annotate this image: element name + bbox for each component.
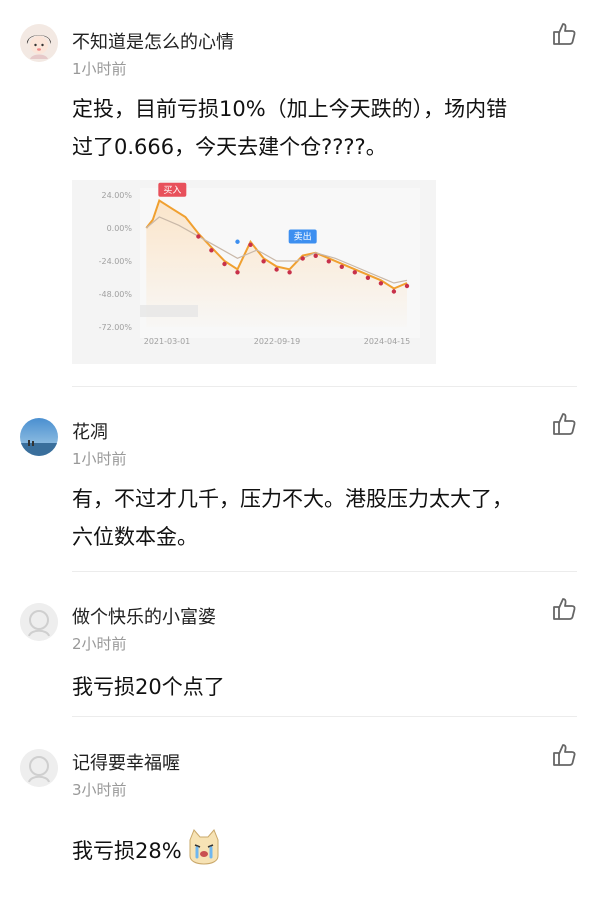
trade-dot bbox=[352, 270, 357, 275]
x-tick-label: 2021-03-01 bbox=[144, 337, 191, 346]
sell-marker-label: 卖出 bbox=[294, 231, 312, 243]
trade-dot bbox=[300, 256, 305, 261]
y-tick-label: -72.00% bbox=[99, 323, 133, 332]
trade-dot bbox=[378, 281, 384, 286]
y-tick-label: -24.00% bbox=[99, 257, 133, 266]
timestamp: 1小时前 bbox=[72, 450, 127, 468]
comment-text-line: 六位数本金。 bbox=[72, 525, 198, 549]
username[interactable]: 记得要幸福喔 bbox=[72, 749, 180, 775]
like-icon[interactable] bbox=[550, 410, 578, 438]
timestamp: 3小时前 bbox=[72, 781, 127, 799]
trade-dot bbox=[391, 289, 397, 294]
trade-dot bbox=[404, 283, 410, 289]
trade-dot bbox=[248, 242, 253, 247]
trade-dot bbox=[209, 248, 214, 253]
y-tick-label: -48.00% bbox=[99, 290, 133, 299]
girl-avatar-icon[interactable] bbox=[20, 24, 58, 62]
like-icon[interactable] bbox=[550, 741, 578, 769]
trade-dot bbox=[196, 234, 201, 239]
comment-text: 有，不过才几千，压力不大。港股压力太大了， 六位数本金。 bbox=[72, 480, 582, 556]
crying-cat-emoji-icon bbox=[184, 826, 224, 878]
comment-text-line: 我亏损20个点了 bbox=[72, 675, 225, 699]
comment-text-line: 定投，目前亏损10%（加上今天跌的），场内错 bbox=[72, 97, 508, 121]
trade-dot bbox=[339, 264, 344, 269]
trade-dot bbox=[365, 275, 371, 280]
default-avatar-icon[interactable] bbox=[20, 749, 58, 787]
trade-dot bbox=[313, 253, 318, 258]
seaside-avatar-icon[interactable] bbox=[20, 418, 58, 456]
blurred-label bbox=[140, 305, 198, 317]
trade-dot bbox=[274, 267, 279, 272]
comment-text-line: 过了0.666，今天去建个仓????。 bbox=[72, 135, 387, 159]
comment-text: 我亏损28% bbox=[72, 826, 582, 878]
username[interactable]: 做个快乐的小富婆 bbox=[72, 603, 216, 629]
chart-image[interactable]: 24.00% 0.00% -24.00% -48.00% -72.00% 2021-03… bbox=[72, 180, 436, 364]
username[interactable]: 不知道是怎么的心情 bbox=[72, 28, 234, 54]
comment-text-line: 我亏损28% bbox=[72, 839, 182, 863]
return-chart: 24.00% 0.00% -24.00% -48.00% -72.00% 2021-03… bbox=[72, 180, 436, 364]
trade-dot bbox=[261, 259, 266, 264]
like-icon[interactable] bbox=[550, 595, 578, 623]
y-tick-label: 24.00% bbox=[101, 191, 132, 200]
timestamp: 2小时前 bbox=[72, 635, 127, 653]
trade-dot bbox=[222, 261, 227, 267]
x-tick-label: 2024-04-15 bbox=[364, 337, 411, 346]
comment-text-line: 有，不过才几千，压力不大。港股压力太大了， bbox=[72, 487, 513, 511]
comment-text: 我亏损20个点了 bbox=[72, 668, 582, 706]
divider bbox=[72, 386, 577, 387]
timestamp: 1小时前 bbox=[72, 60, 127, 78]
y-tick-label: 0.00% bbox=[107, 224, 133, 233]
trade-dot bbox=[326, 259, 331, 264]
like-icon[interactable] bbox=[550, 20, 578, 48]
sell-dot bbox=[235, 239, 240, 244]
default-avatar-icon[interactable] bbox=[20, 603, 58, 641]
trade-dot bbox=[235, 270, 240, 275]
x-tick-label: 2022-09-19 bbox=[254, 337, 301, 346]
buy-marker-label: 买入 bbox=[163, 185, 181, 196]
trade-dot bbox=[287, 270, 292, 275]
comment-text: 定投，目前亏损10%（加上今天跌的），场内错 过了0.666，今天去建个仓???… bbox=[72, 90, 582, 166]
divider bbox=[72, 571, 577, 572]
divider bbox=[72, 716, 577, 717]
username[interactable]: 花凋 bbox=[72, 418, 108, 444]
